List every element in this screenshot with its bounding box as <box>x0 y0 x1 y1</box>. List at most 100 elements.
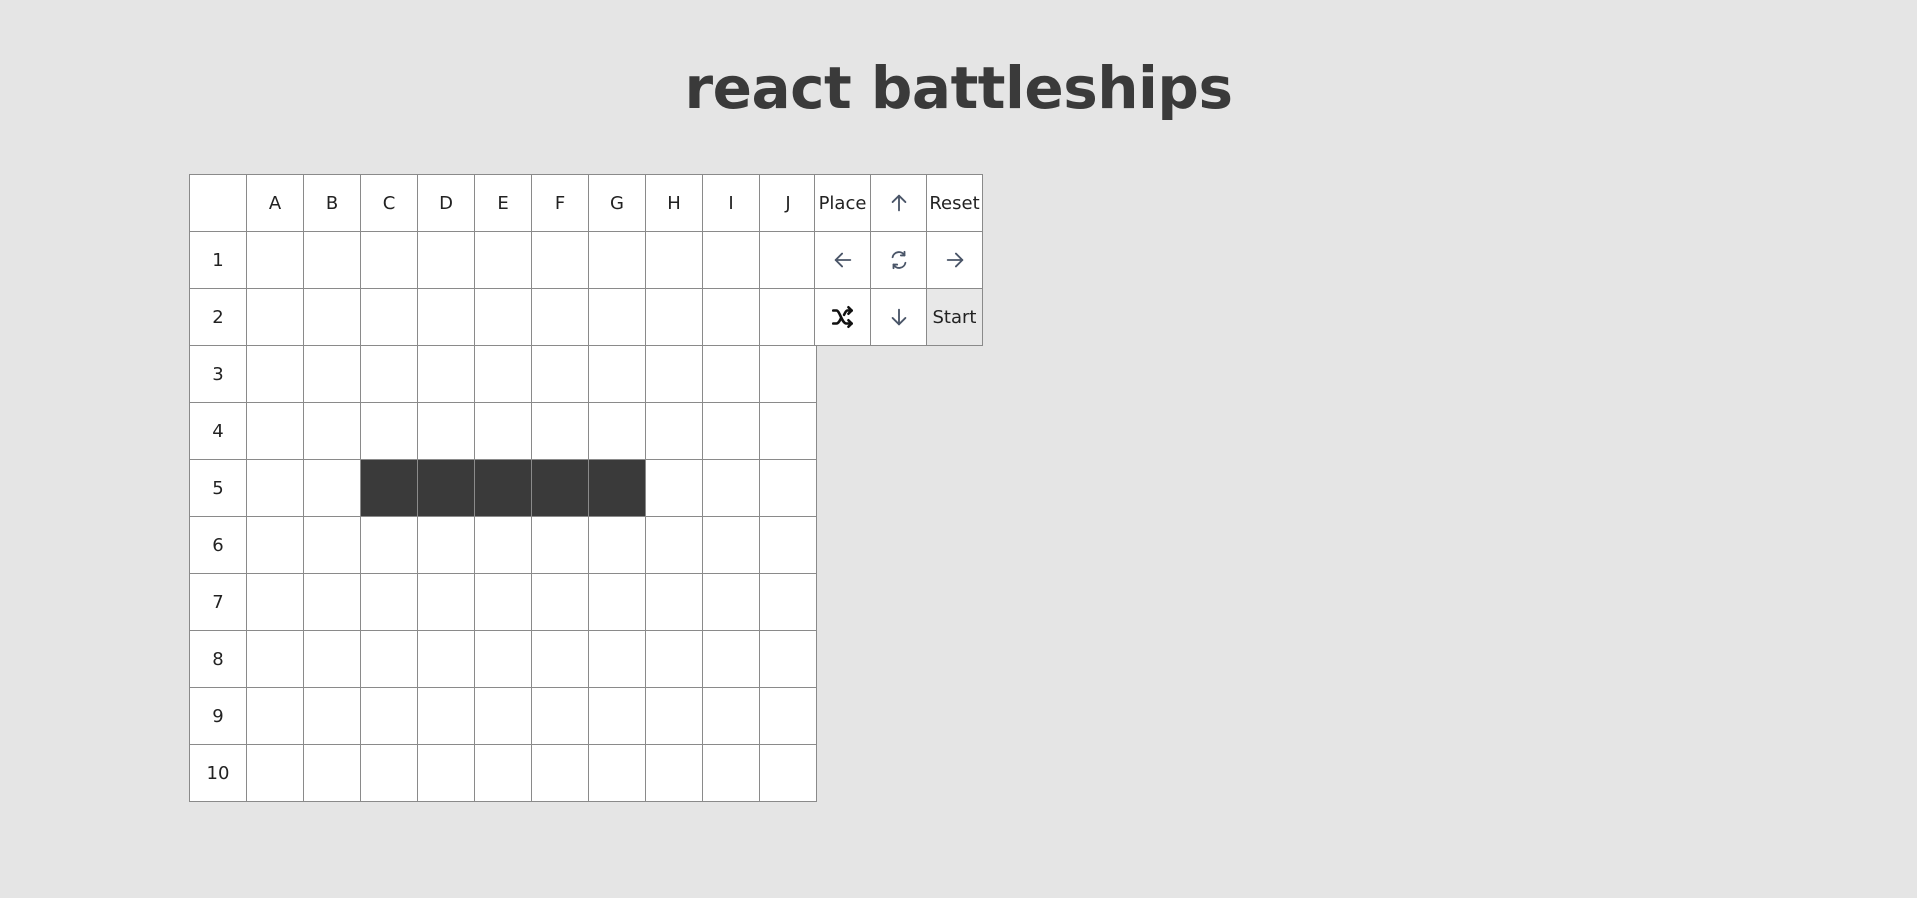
board-cell[interactable] <box>303 288 361 346</box>
random-placement-button[interactable] <box>814 288 871 346</box>
ship-cell[interactable] <box>588 459 646 517</box>
board-cell[interactable] <box>645 744 703 802</box>
board-cell[interactable] <box>759 345 817 403</box>
board-cell[interactable] <box>702 687 760 745</box>
board-cell[interactable] <box>417 744 475 802</box>
board-cell[interactable] <box>474 630 532 688</box>
board-cell[interactable] <box>702 744 760 802</box>
board-cell[interactable] <box>474 573 532 631</box>
board-cell[interactable] <box>474 288 532 346</box>
board-cell[interactable] <box>360 516 418 574</box>
board-cell[interactable] <box>246 516 304 574</box>
board-cell[interactable] <box>531 573 589 631</box>
move-up-button[interactable] <box>870 174 927 232</box>
board-cell[interactable] <box>303 459 361 517</box>
board-cell[interactable] <box>702 402 760 460</box>
board-cell[interactable] <box>246 744 304 802</box>
board-cell[interactable] <box>246 459 304 517</box>
board-cell[interactable] <box>474 687 532 745</box>
board-cell[interactable] <box>246 687 304 745</box>
board-cell[interactable] <box>588 573 646 631</box>
board-cell[interactable] <box>759 744 817 802</box>
board-cell[interactable] <box>303 345 361 403</box>
board-cell[interactable] <box>759 459 817 517</box>
move-right-button[interactable] <box>926 231 983 289</box>
ship-cell[interactable] <box>474 459 532 517</box>
board-cell[interactable] <box>759 687 817 745</box>
board-cell[interactable] <box>417 630 475 688</box>
board-cell[interactable] <box>474 231 532 289</box>
board-cell[interactable] <box>702 516 760 574</box>
board-cell[interactable] <box>588 345 646 403</box>
board-cell[interactable] <box>645 459 703 517</box>
board-cell[interactable] <box>588 402 646 460</box>
board-cell[interactable] <box>474 345 532 403</box>
board-cell[interactable] <box>360 402 418 460</box>
board-cell[interactable] <box>246 402 304 460</box>
board-cell[interactable] <box>417 516 475 574</box>
board-cell[interactable] <box>531 231 589 289</box>
board-cell[interactable] <box>417 402 475 460</box>
board-cell[interactable] <box>645 231 703 289</box>
board-cell[interactable] <box>303 231 361 289</box>
start-button[interactable]: Start <box>926 288 983 346</box>
board-cell[interactable] <box>588 687 646 745</box>
board-cell[interactable] <box>588 744 646 802</box>
board-cell[interactable] <box>303 573 361 631</box>
board-cell[interactable] <box>531 402 589 460</box>
board-cell[interactable] <box>531 630 589 688</box>
ship-cell[interactable] <box>417 459 475 517</box>
ship-cell[interactable] <box>360 459 418 517</box>
board-cell[interactable] <box>645 345 703 403</box>
board-cell[interactable] <box>360 345 418 403</box>
board-cell[interactable] <box>417 345 475 403</box>
board-cell[interactable] <box>645 402 703 460</box>
board-cell[interactable] <box>759 630 817 688</box>
board-cell[interactable] <box>759 231 817 289</box>
place-button[interactable]: Place <box>814 174 871 232</box>
board-cell[interactable] <box>588 288 646 346</box>
board-cell[interactable] <box>246 573 304 631</box>
board-cell[interactable] <box>360 687 418 745</box>
board-cell[interactable] <box>759 573 817 631</box>
rotate-button[interactable] <box>870 231 927 289</box>
board-cell[interactable] <box>246 288 304 346</box>
board-cell[interactable] <box>474 516 532 574</box>
board-cell[interactable] <box>645 630 703 688</box>
board-cell[interactable] <box>531 744 589 802</box>
board-cell[interactable] <box>360 288 418 346</box>
board-cell[interactable] <box>759 516 817 574</box>
board-cell[interactable] <box>588 630 646 688</box>
board-cell[interactable] <box>417 573 475 631</box>
board-cell[interactable] <box>360 231 418 289</box>
board-cell[interactable] <box>303 630 361 688</box>
board-cell[interactable] <box>645 687 703 745</box>
board-cell[interactable] <box>702 345 760 403</box>
board-cell[interactable] <box>417 687 475 745</box>
board-cell[interactable] <box>702 288 760 346</box>
board-cell[interactable] <box>759 402 817 460</box>
board-cell[interactable] <box>645 573 703 631</box>
board-cell[interactable] <box>702 630 760 688</box>
board-cell[interactable] <box>417 288 475 346</box>
board-cell[interactable] <box>588 516 646 574</box>
board-cell[interactable] <box>360 630 418 688</box>
board-cell[interactable] <box>645 516 703 574</box>
board-cell[interactable] <box>360 573 418 631</box>
board-cell[interactable] <box>360 744 418 802</box>
board-cell[interactable] <box>759 288 817 346</box>
board-cell[interactable] <box>531 516 589 574</box>
board-cell[interactable] <box>417 231 475 289</box>
board-cell[interactable] <box>531 687 589 745</box>
board-cell[interactable] <box>531 345 589 403</box>
ship-cell[interactable] <box>531 459 589 517</box>
board-cell[interactable] <box>246 630 304 688</box>
board-cell[interactable] <box>645 288 703 346</box>
board-cell[interactable] <box>303 744 361 802</box>
board-cell[interactable] <box>303 687 361 745</box>
board-cell[interactable] <box>303 402 361 460</box>
board-cell[interactable] <box>702 573 760 631</box>
board-cell[interactable] <box>588 231 646 289</box>
board-cell[interactable] <box>474 744 532 802</box>
move-down-button[interactable] <box>870 288 927 346</box>
